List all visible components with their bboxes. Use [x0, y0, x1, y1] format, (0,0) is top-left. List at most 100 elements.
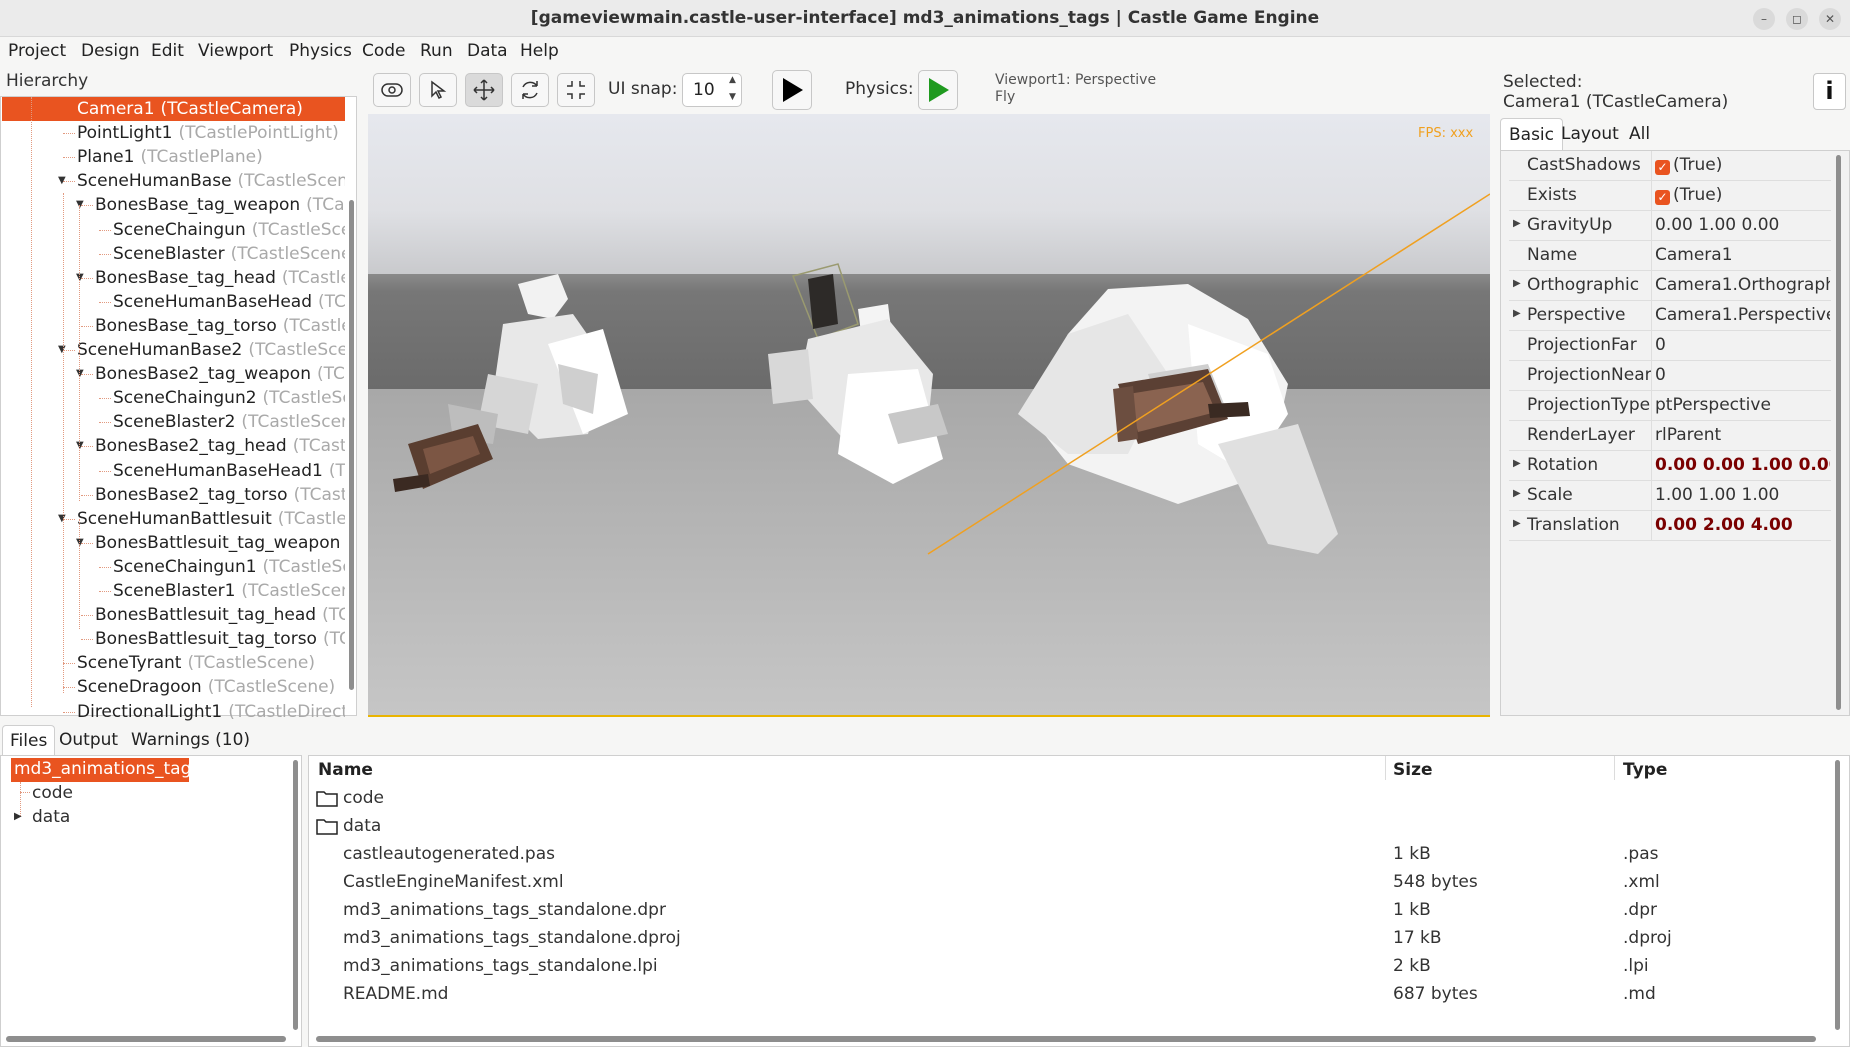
- hierarchy-item[interactable]: BonesBase_tag_torso (TCastle: [95, 314, 345, 338]
- hierarchy-item[interactable]: BonesBase2_tag_weapon (TCa: [95, 362, 345, 386]
- property-value[interactable]: Camera1: [1655, 245, 1830, 265]
- property-row[interactable]: Name Camera1: [1509, 241, 1831, 271]
- translate-tool-button[interactable]: [465, 73, 503, 107]
- expand-arrow-icon[interactable]: ▶: [1513, 488, 1521, 499]
- scale-tool-button[interactable]: [557, 73, 595, 107]
- property-row[interactable]: CastShadows ✓ (True): [1509, 151, 1831, 181]
- property-row[interactable]: ▶ Scale 1.00 1.00 1.00: [1509, 481, 1831, 511]
- menu-edit[interactable]: Edit: [151, 41, 184, 61]
- hierarchy-item[interactable]: SceneTyrant (TCastleScene): [77, 651, 315, 675]
- tab-layout[interactable]: Layout: [1553, 118, 1627, 150]
- files-list-hscroll[interactable]: [316, 1036, 1816, 1042]
- hierarchy-item[interactable]: SceneBlaster2(TCastleScene: [113, 410, 345, 434]
- property-row[interactable]: ProjectionFar 0: [1509, 331, 1831, 361]
- property-row[interactable]: ▶ Translation 0.00 2.00 4.00: [1509, 511, 1831, 541]
- expand-arrow-icon[interactable]: ▶: [1513, 458, 1521, 469]
- menu-code[interactable]: Code: [362, 41, 406, 61]
- property-value[interactable]: 0.00 2.00 4.00: [1655, 515, 1830, 535]
- property-value[interactable]: Camera1.Orthographi: [1655, 275, 1830, 295]
- menu-physics[interactable]: Physics: [289, 41, 352, 61]
- expand-arrow-icon[interactable]: ▼: [58, 175, 66, 186]
- expand-arrow-icon[interactable]: ▶: [1513, 278, 1521, 289]
- hierarchy-item[interactable]: SceneChaingun(TCastleScen: [113, 218, 345, 242]
- info-button[interactable]: i: [1813, 73, 1846, 110]
- physics-play-button[interactable]: [918, 70, 958, 110]
- rotate-tool-button[interactable]: [511, 73, 549, 107]
- menu-viewport[interactable]: Viewport: [198, 41, 273, 61]
- column-type[interactable]: Type: [1623, 760, 1667, 780]
- property-row[interactable]: ▶ GravityUp 0.00 1.00 0.00: [1509, 211, 1831, 241]
- property-value[interactable]: 0: [1655, 335, 1830, 355]
- hierarchy-item[interactable]: SceneBlaster1(TCastleScene: [113, 579, 345, 603]
- expand-arrow-icon[interactable]: ▼: [58, 513, 66, 524]
- file-row[interactable]: castleautogenerated.pas 1 kB .pas: [310, 841, 1830, 869]
- hierarchy-item[interactable]: BonesBattlesuit_tag_head(TCa: [95, 603, 345, 627]
- property-row[interactable]: ▶ Perspective Camera1.Perspective: [1509, 301, 1831, 331]
- hierarchy-item[interactable]: SceneHumanBaseHead (TCas: [113, 290, 345, 314]
- hierarchy-item[interactable]: DirectionalLight1(TCastleDirectio: [77, 700, 345, 724]
- play-button[interactable]: [772, 70, 812, 110]
- checkbox-icon[interactable]: ✓: [1655, 190, 1670, 205]
- property-value[interactable]: 0.00 0.00 1.00 0.00: [1655, 455, 1830, 475]
- expand-arrow-icon[interactable]: ▼: [58, 344, 66, 355]
- hierarchy-item[interactable]: SceneBlaster(TCastleScene): [113, 242, 345, 266]
- maximize-button[interactable]: ◻: [1786, 8, 1808, 30]
- menu-run[interactable]: Run: [420, 41, 453, 61]
- property-row[interactable]: ▶ Rotation 0.00 0.00 1.00 0.00: [1509, 451, 1831, 481]
- menu-data[interactable]: Data: [467, 41, 508, 61]
- hierarchy-item[interactable]: BonesBattlesuit_tag_weapon(: [95, 531, 345, 555]
- property-value[interactable]: ptPerspective: [1655, 395, 1830, 415]
- property-row[interactable]: ProjectionNear 0: [1509, 361, 1831, 391]
- property-value[interactable]: ✓ (True): [1655, 155, 1830, 175]
- property-row[interactable]: RenderLayer rlParent: [1509, 421, 1831, 451]
- spin-down-icon[interactable]: ▼: [729, 92, 736, 102]
- hierarchy-item[interactable]: PointLight1 (TCastlePointLight): [77, 121, 339, 145]
- hierarchy-item[interactable]: BonesBase2_tag_head(TCastle: [95, 434, 345, 458]
- tab-warnings[interactable]: Warnings (10): [124, 725, 257, 755]
- expand-arrow-icon[interactable]: ▶: [1513, 218, 1521, 229]
- property-value[interactable]: ✓ (True): [1655, 185, 1830, 205]
- hierarchy-item[interactable]: SceneChaingun1(TCastleSce: [113, 555, 345, 579]
- select-tool-button[interactable]: [419, 73, 457, 107]
- hierarchy-item[interactable]: SceneDragoon (TCastleScene): [77, 675, 335, 699]
- property-value[interactable]: rlParent: [1655, 425, 1830, 445]
- files-list-vscroll[interactable]: [1835, 760, 1840, 1030]
- files-tree-code[interactable]: code: [32, 783, 73, 803]
- files-tree-hscroll[interactable]: [6, 1036, 286, 1042]
- hierarchy-item[interactable]: BonesBase_tag_head(TCastleT: [95, 266, 345, 290]
- file-row[interactable]: CastleEngineManifest.xml 548 bytes .xml: [310, 869, 1830, 897]
- file-row[interactable]: code: [310, 785, 1830, 813]
- property-row[interactable]: ProjectionType ptPerspective: [1509, 391, 1831, 421]
- hierarchy-item[interactable]: SceneHumanBaseHead1 (TCa: [113, 459, 345, 483]
- close-button[interactable]: ✕: [1819, 8, 1841, 30]
- files-tree-data[interactable]: data: [32, 807, 70, 827]
- file-row[interactable]: data: [310, 813, 1830, 841]
- hierarchy-item[interactable]: SceneHumanBase2(TCastleScene: [77, 338, 345, 362]
- minimize-button[interactable]: –: [1753, 8, 1775, 30]
- hierarchy-item[interactable]: SceneChaingun2(TCastleSce: [113, 386, 345, 410]
- hierarchy-item[interactable]: SceneHumanBattlesuit(TCastleSc: [77, 507, 345, 531]
- column-name[interactable]: Name: [318, 760, 373, 780]
- menu-help[interactable]: Help: [520, 41, 559, 61]
- files-tree-vscroll[interactable]: [293, 760, 298, 1030]
- spin-up-icon[interactable]: ▲: [729, 75, 736, 85]
- expand-arrow-icon[interactable]: ▶: [14, 811, 22, 822]
- tab-files[interactable]: Files: [2, 725, 56, 755]
- inspector-scrollbar[interactable]: [1836, 155, 1841, 710]
- property-row[interactable]: ▶ Orthographic Camera1.Orthographi: [1509, 271, 1831, 301]
- expand-arrow-icon[interactable]: ▶: [1513, 518, 1521, 529]
- files-tree-root[interactable]: md3_animations_tags: [14, 759, 200, 779]
- hierarchy-item[interactable]: BonesBattlesuit_tag_torso (TC: [95, 627, 345, 651]
- hierarchy-item[interactable]: BonesBase2_tag_torso(TCastl: [95, 483, 345, 507]
- property-row[interactable]: Exists ✓ (True): [1509, 181, 1831, 211]
- column-separator[interactable]: [1385, 756, 1386, 780]
- hierarchy-item[interactable]: Plane1 (TCastlePlane): [77, 145, 263, 169]
- property-value[interactable]: Camera1.Perspective: [1655, 305, 1830, 325]
- file-row[interactable]: md3_animations_tags_standalone.dproj 17 k…: [310, 925, 1830, 953]
- menu-project[interactable]: Project: [8, 41, 66, 61]
- file-row[interactable]: md3_animations_tags_standalone.lpi 2 kB .l…: [310, 953, 1830, 981]
- column-size[interactable]: Size: [1393, 760, 1433, 780]
- hierarchy-item[interactable]: Camera1 (TCastleCamera): [2, 97, 345, 121]
- hierarchy-scrollbar[interactable]: [349, 200, 354, 690]
- file-row[interactable]: md3_animations_tags_standalone.dpr 1 kB .d…: [310, 897, 1830, 925]
